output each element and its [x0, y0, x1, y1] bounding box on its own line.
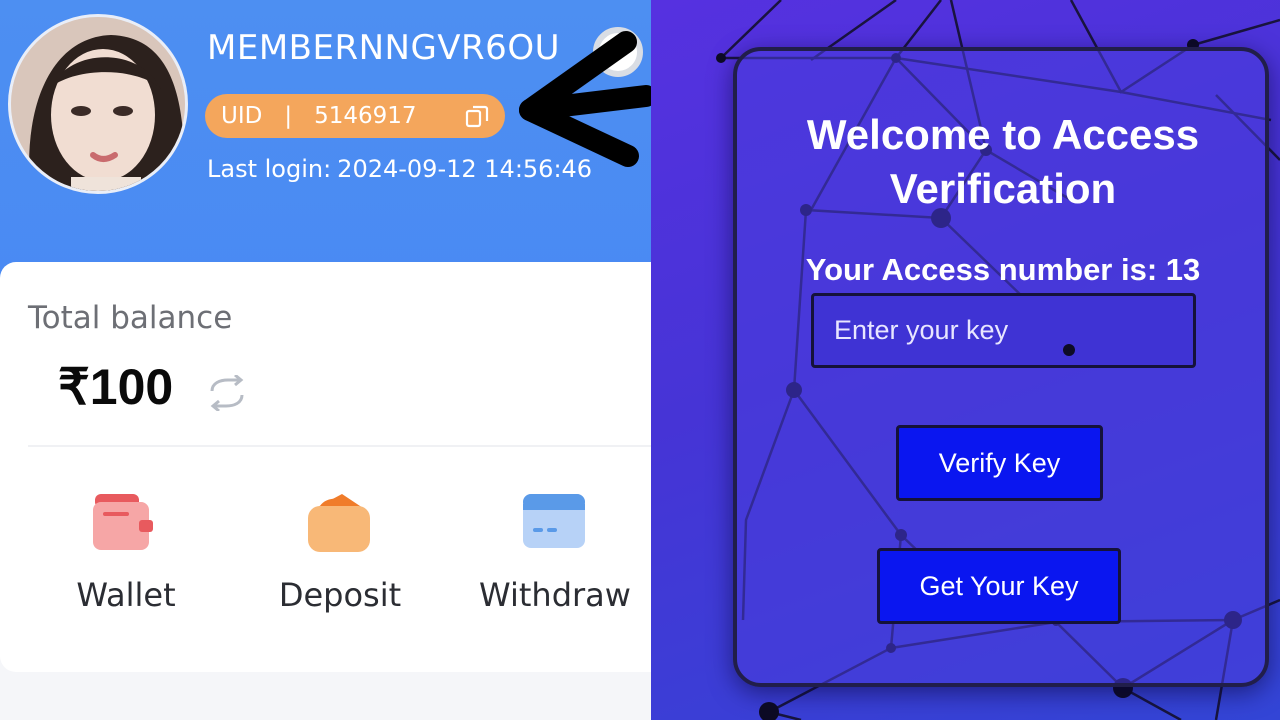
deposit-label: Deposit — [278, 576, 402, 614]
verification-title-line1: Welcome to Access — [806, 111, 1200, 158]
access-number-text: Your Access number is: 13 — [805, 252, 1201, 287]
withdraw-label: Withdraw — [479, 576, 631, 614]
uid-value: 5146917 — [314, 103, 417, 129]
verify-key-button[interactable]: Verify Key — [896, 425, 1103, 501]
profile-panel: MEMBERNNGVR6OU UID | 5146917 Last login:… — [0, 0, 651, 720]
wallet-label: Wallet — [76, 576, 176, 614]
refresh-icon[interactable] — [204, 375, 250, 411]
wallet-icon — [93, 494, 153, 550]
withdraw-button[interactable]: Withdraw — [465, 488, 645, 628]
last-login-value: 2024-09-12 14:56:46 — [337, 155, 593, 183]
deposit-button[interactable]: Deposit — [250, 488, 430, 628]
wallet-button[interactable]: Wallet — [36, 488, 216, 628]
last-login-label: Last login: — [207, 155, 332, 183]
verification-title: Welcome to Access Verification — [763, 108, 1243, 216]
copy-icon[interactable] — [465, 104, 489, 128]
balance-amount: ₹100 — [58, 359, 174, 415]
verification-title-line2: Verification — [889, 165, 1117, 212]
uid-label: UID — [221, 103, 263, 129]
verification-panel: Welcome to Access Verification Your Acce… — [651, 0, 1280, 720]
avatar[interactable] — [8, 14, 188, 194]
divider — [28, 445, 651, 447]
pointer-arrow-icon — [519, 31, 651, 167]
avatar-portrait-icon — [11, 17, 185, 191]
network-node-dot — [1063, 344, 1075, 356]
uid-badge[interactable]: UID | 5146917 — [205, 94, 505, 138]
withdraw-icon — [523, 494, 585, 548]
get-your-key-button[interactable]: Get Your Key — [877, 548, 1121, 624]
last-login: Last login: 2024-09-12 14:56:46 — [207, 155, 592, 183]
key-input[interactable] — [811, 293, 1196, 368]
uid-separator: | — [284, 103, 293, 129]
deposit-icon — [308, 494, 370, 552]
total-balance-label: Total balance — [28, 300, 233, 336]
